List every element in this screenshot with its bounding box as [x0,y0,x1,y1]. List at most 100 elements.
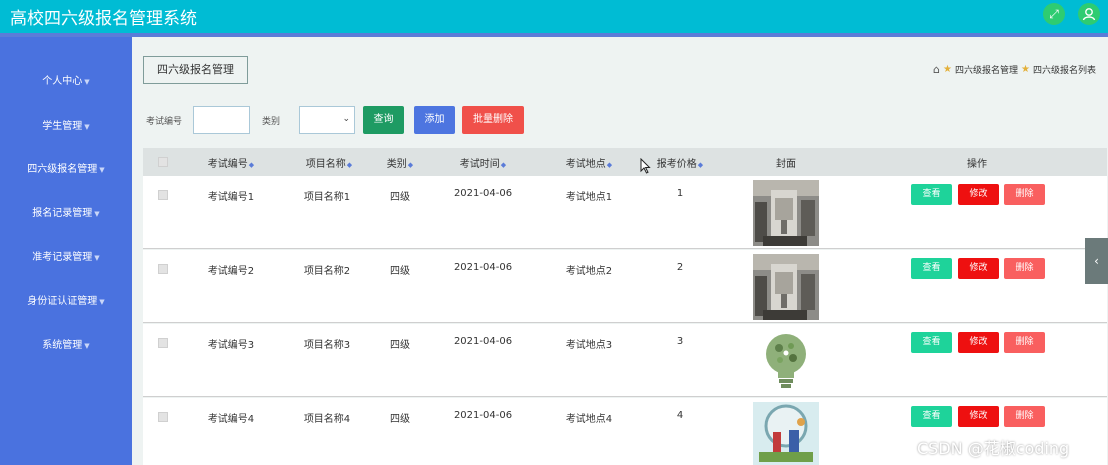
row-checkbox[interactable] [158,190,168,200]
user-icon[interactable] [1078,3,1100,25]
cell-category: 四级 [390,414,410,425]
column-header-category[interactable]: 类别◆ [387,155,413,170]
row-checkbox[interactable] [158,338,168,348]
caret-down-icon: ▼ [94,210,100,218]
cell-date: 2021-04-06 [453,262,513,273]
cell-location: 考试地点4 [565,414,613,425]
collapse-arrow-tab[interactable]: ‹ [1085,238,1108,284]
edit-button[interactable]: 修改 [958,258,999,279]
column-header-exam-no[interactable]: 考试编号◆ [208,155,254,170]
cell-project: 项目名称4 [303,414,351,425]
star-icon: ★ [943,64,952,75]
sidebar-item-admission[interactable]: 准考记录管理 ▼ [0,248,132,263]
cell-exam-no: 考试编号2 [207,266,255,277]
view-button[interactable]: 查看 [911,332,952,353]
cell-date: 2021-04-06 [453,188,513,199]
category-select[interactable]: ⌄ [299,106,355,134]
view-button[interactable]: 查看 [911,258,952,279]
query-button[interactable]: 查询 [363,106,404,134]
delete-button[interactable]: 删除 [1004,258,1045,279]
sort-icon: ◆ [500,161,507,169]
breadcrumb-item: 四六级报名列表 [1032,66,1096,76]
header-accent-strip [0,33,1108,37]
row-checkbox[interactable] [158,412,168,422]
cover-image [753,328,819,394]
sidebar-item-registration[interactable]: 四六级报名管理 ▼ [0,160,132,175]
caret-down-icon: ▼ [84,123,90,131]
mouse-cursor-icon [640,158,651,174]
caret-down-icon: ▼ [99,298,105,306]
delete-button[interactable]: 删除 [1004,184,1045,205]
cell-price: 2 [676,262,684,273]
sidebar-item-records[interactable]: 报名记录管理 ▼ [0,204,132,219]
sort-icon: ◆ [346,161,353,169]
edit-button[interactable]: 修改 [958,406,999,427]
sidebar: 个人中心 ▼ 学生管理 ▼ 四六级报名管理 ▼ 报名记录管理 ▼ 准考记录管理 ▼ 身份证… [0,37,132,465]
sidebar-item-system[interactable]: 系统管理 ▼ [0,336,132,351]
column-header-date[interactable]: 考试时间◆ [460,155,506,170]
caret-down-icon: ▼ [99,166,105,174]
cell-price: 1 [676,188,684,199]
cell-exam-no: 考试编号3 [207,340,255,351]
batch-delete-button[interactable]: 批量删除 [462,106,524,134]
app-title: 高校四六级报名管理系统 [10,9,197,29]
cover-image [753,254,819,320]
column-header-actions: 操作 [967,159,987,170]
view-button[interactable]: 查看 [911,184,952,205]
edit-button[interactable]: 修改 [958,332,999,353]
chevron-down-icon: ⌄ [342,114,350,124]
breadcrumb-item[interactable]: 四六级报名管理 [955,63,1018,76]
table-row: 考试编号3 项目名称3 四级 2021-04-06 考试地点3 3 查看 修改 … [143,324,1107,397]
delete-button[interactable]: 删除 [1004,406,1045,427]
cell-location: 考试地点3 [565,340,613,351]
column-header-price[interactable]: 报考价格◆ [657,155,703,170]
cell-category: 四级 [390,192,410,203]
select-all-checkbox[interactable] [158,157,168,167]
watermark: CSDN @花椒coding [917,439,1070,458]
exam-no-input[interactable] [193,106,250,134]
caret-down-icon: ▼ [84,342,90,350]
view-button[interactable]: 查看 [911,406,952,427]
cell-date: 2021-04-06 [453,336,513,347]
cell-category: 四级 [390,266,410,277]
sort-icon: ◆ [407,161,414,169]
module-title-button[interactable]: 四六级报名管理 [143,56,248,84]
cell-project: 项目名称1 [303,192,351,203]
table-row: 考试编号1 项目名称1 四级 2021-04-06 考试地点1 1 查看 修改 … [143,176,1107,249]
cover-image [753,402,819,465]
cell-price: 3 [676,336,684,347]
cell-date: 2021-04-06 [453,410,513,421]
delete-button[interactable]: 删除 [1004,332,1045,353]
sidebar-item-id-verification[interactable]: 身份证认证管理 ▼ [0,292,132,307]
breadcrumb: ⌂ ★ 四六级报名管理 ★ 四六级报名列表 [933,63,1096,76]
column-header-project[interactable]: 项目名称◆ [306,155,352,170]
fullscreen-icon[interactable]: ⤢ [1043,3,1065,25]
table-row: 考试编号2 项目名称2 四级 2021-04-06 考试地点2 2 查看 修改 … [143,250,1107,323]
sort-icon: ◆ [248,161,255,169]
sidebar-item-personal-center[interactable]: 个人中心 ▼ [0,72,132,87]
column-header-cover: 封面 [776,159,796,170]
row-checkbox[interactable] [158,264,168,274]
sort-icon: ◆ [697,161,704,169]
cell-exam-no: 考试编号4 [207,414,255,425]
cell-price: 4 [676,410,684,421]
star-icon: ★ [1021,64,1030,75]
column-header-location[interactable]: 考试地点◆ [566,155,612,170]
caret-down-icon: ▼ [94,254,100,262]
sort-icon: ◆ [606,161,613,169]
cell-exam-no: 考试编号1 [207,192,255,203]
add-button[interactable]: 添加 [414,106,455,134]
cell-location: 考试地点1 [565,192,613,203]
cell-project: 项目名称2 [303,266,351,277]
sidebar-item-students[interactable]: 学生管理 ▼ [0,117,132,132]
edit-button[interactable]: 修改 [958,184,999,205]
home-icon[interactable]: ⌂ [933,63,940,76]
exam-no-label: 考试编号 [146,117,183,127]
category-label: 类别 [262,117,281,127]
chevron-left-icon: ‹ [1094,254,1099,268]
cover-image [753,180,819,246]
cell-location: 考试地点2 [565,266,613,277]
top-header: 高校四六级报名管理系统 ⤢ [0,0,1108,33]
table-header: 考试编号◆ 项目名称◆ 类别◆ 考试时间◆ 考试地点◆ 报考价格◆ 封面 操作 [143,148,1107,176]
cell-category: 四级 [390,340,410,351]
